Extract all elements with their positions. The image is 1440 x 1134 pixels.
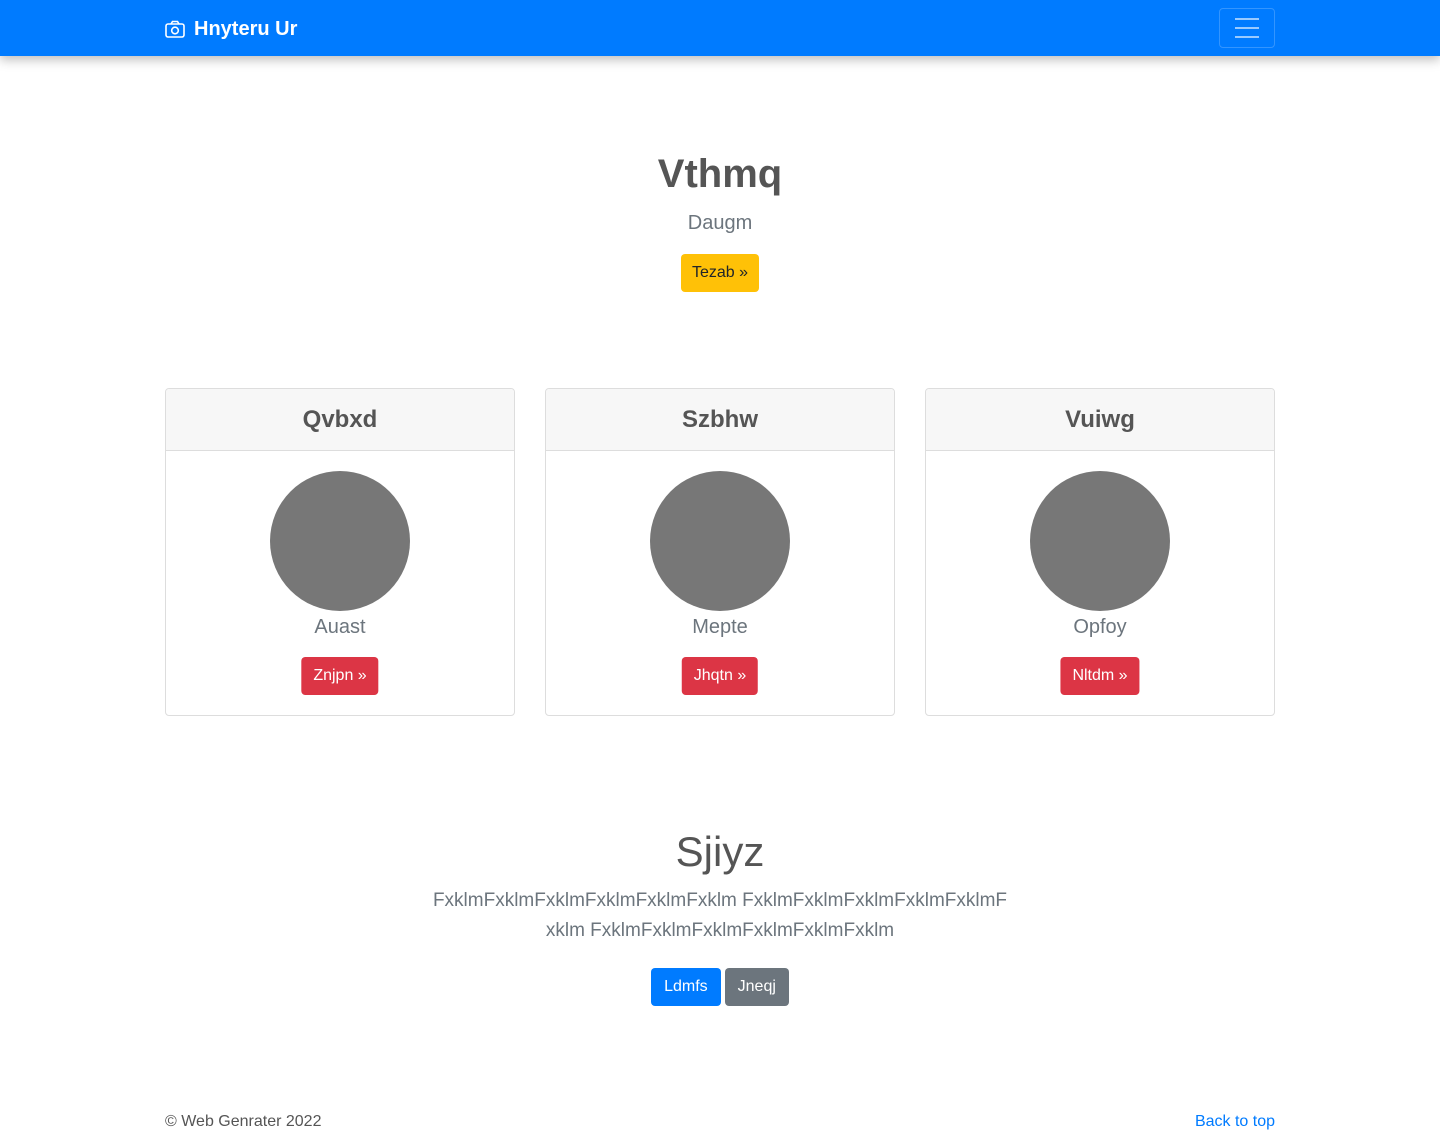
avatar-placeholder: [1030, 471, 1170, 611]
card-header: Qvbxd: [166, 389, 514, 451]
back-to-top-link[interactable]: Back to top: [1195, 1113, 1275, 1131]
brand-name: Hnyteru Ur: [194, 17, 298, 40]
hamburger-menu-icon: [1235, 18, 1259, 20]
secondary-button[interactable]: Jneqj: [724, 968, 789, 1006]
brand-link[interactable]: Hnyteru Ur: [165, 16, 297, 42]
hamburger-line: [1235, 36, 1259, 38]
hamburger-line: [1235, 27, 1259, 29]
hero-button[interactable]: Tezab »: [681, 254, 759, 292]
feature-card: Vuiwg Opfoy Nltdm »: [925, 388, 1275, 716]
section-button-group: Ldmfs Jneqj: [0, 968, 1440, 1006]
avatar-placeholder: [650, 471, 790, 611]
card-header: Vuiwg: [926, 389, 1274, 451]
top-navbar: Hnyteru Ur: [0, 0, 1440, 56]
hero-subtitle: Daugm: [687, 212, 753, 234]
hero-title: Vthmq: [657, 152, 783, 196]
card-button[interactable]: Znjpn »: [301, 657, 379, 695]
card-text: Mepte: [692, 616, 748, 638]
feature-card: Szbhw Mepte Jhqtn »: [545, 388, 895, 716]
feature-card: Qvbxd Auast Znjpn »: [165, 388, 515, 716]
card-text: Auast: [314, 616, 366, 638]
card-header: Szbhw: [546, 389, 894, 451]
section-title: Sjiyz: [675, 828, 765, 875]
camera-icon: [165, 20, 185, 38]
navbar-toggler-button[interactable]: [1219, 8, 1275, 48]
section-text: FxklmFxklmFxklmFxklmFxklmFxklm FxklmFxkl…: [432, 890, 1008, 941]
copyright-text: © Web Genrater 2022: [165, 1113, 322, 1130]
card-text: Opfoy: [1073, 616, 1127, 638]
card-button[interactable]: Nltdm »: [1060, 657, 1140, 695]
card-button[interactable]: Jhqtn »: [681, 657, 759, 695]
avatar-placeholder: [270, 471, 410, 611]
primary-button[interactable]: Ldmfs: [651, 968, 721, 1006]
